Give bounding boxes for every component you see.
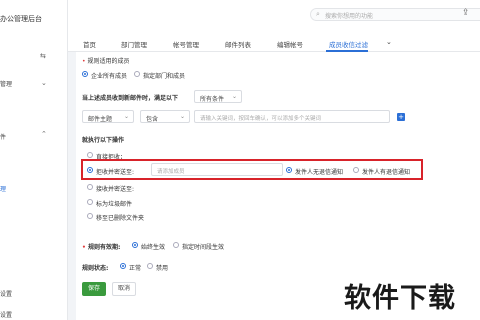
accept-send-radio[interactable] [87,184,93,190]
move-deleted-radio[interactable] [87,213,93,219]
watermark-text: 软件下载 [344,283,456,314]
collapse-icon[interactable]: ⇆ [40,52,46,60]
save-button[interactable]: 保存 [82,282,106,296]
sidebar: 办公管理后台 ⇆ 管理 ⌄ 件 ⌃ 理 设置 设置 [0,0,68,320]
scope-title: • 规则适用的成员 [82,58,130,65]
status-label: 规则状态: [82,265,109,272]
reject-send-radio[interactable] [87,167,93,173]
mark-spam-label[interactable]: 标为垃圾邮件 [96,199,132,208]
validity-always-radio[interactable] [132,242,138,248]
validity-always-label[interactable]: 始终生效 [141,242,165,251]
member-input[interactable]: 请添加成员 [151,163,283,176]
scope-specific-label[interactable]: 指定部门和成员 [143,71,185,80]
sidebar-item-settings[interactable]: 设置 [0,289,12,298]
condition-title: 当上述成员收到新邮件时，满足以下 [82,95,179,102]
search-box[interactable]: ⌕ 搜索你想用的功能 [310,8,480,21]
status-off-radio[interactable] [147,263,153,269]
notify-none-radio[interactable] [286,167,292,173]
add-condition-icon[interactable]: + [397,113,405,121]
upload-icon[interactable]: ⇪ [462,8,470,18]
scope-specific-radio[interactable] [134,71,140,77]
notify-bounce-label[interactable]: 发件人有退信通知 [362,167,410,176]
mark-spam-radio[interactable] [87,199,93,205]
accept-send-label[interactable]: 接收并密送至: [96,184,134,193]
brand-title: 办公管理后台 [0,15,42,23]
tab-member-filter[interactable]: 成员收信过滤 [329,39,368,49]
cancel-button[interactable]: 取消 [112,282,136,296]
sidebar-item-management[interactable]: 管理 [0,79,12,88]
search-placeholder: 搜索你想用的功能 [325,13,374,20]
sidebar-item-active[interactable]: 理 [0,184,6,193]
direct-reject-radio[interactable] [87,152,93,158]
member-placeholder: 请添加成员 [157,169,185,175]
tab-accounts[interactable]: 帐号管理 [173,39,199,49]
operator-value: 包含 [146,116,159,123]
tab-bar: 首页 部门管理 帐号管理 邮件列表 编辑帐号 成员收信过滤 ⌄ [68,28,480,52]
reject-send-label[interactable]: 拒收并密送至: [96,167,134,176]
validity-label: • 规则有效期: [82,244,121,251]
search-icon: ⌕ [316,10,320,18]
keyword-input[interactable]: 请输入关键词，按回车确认，可以添加多个关键词 [194,110,390,123]
notify-none-label[interactable]: 发件人无退信通知 [295,167,343,176]
scope-all-radio[interactable] [82,71,88,77]
top-bar: ⌕ 搜索你想用的功能 ⇪ [68,0,480,28]
move-deleted-label[interactable]: 移至已删除文件夹 [96,213,144,222]
chevron-down-icon: ⌄ [231,93,237,100]
chevron-down-icon: ⌄ [179,113,185,120]
field-value: 邮件主题 [88,116,113,123]
action-title: 就执行以下操作 [82,137,125,144]
validity-period-radio[interactable] [173,242,179,248]
validity-period-label[interactable]: 指定时间段生效 [182,242,224,251]
status-on-radio[interactable] [120,263,126,269]
sidebar-item-mail[interactable]: 件 [0,132,6,141]
sidebar-item-settings-2[interactable]: 设置 [0,310,12,319]
condition-mode-select[interactable]: 所有条件 ⌄ [194,90,242,103]
chevron-up-icon[interactable]: ⌃ [41,130,47,138]
condition-mode-value: 所有条件 [200,96,225,103]
chevron-down-icon: ⌄ [123,113,129,120]
tab-edit-account[interactable]: 编辑帐号 [277,39,303,49]
status-off-label[interactable]: 禁用 [156,263,168,272]
tab-home[interactable]: 首页 [83,39,96,49]
field-select[interactable]: 邮件主题 ⌄ [82,110,134,123]
status-on-label[interactable]: 正常 [129,263,141,272]
tab-mail-list[interactable]: 邮件列表 [225,39,251,49]
chevron-down-icon[interactable]: ⌄ [41,79,47,87]
operator-select[interactable]: 包含 ⌄ [140,110,190,123]
chevron-down-icon[interactable]: ⌄ [386,38,392,46]
tab-departments[interactable]: 部门管理 [121,39,147,49]
keyword-placeholder: 请输入关键词，按回车确认，可以添加多个关键词 [200,116,322,122]
scope-all-label[interactable]: 企业所有成员 [91,71,127,80]
notify-bounce-radio[interactable] [353,167,359,173]
